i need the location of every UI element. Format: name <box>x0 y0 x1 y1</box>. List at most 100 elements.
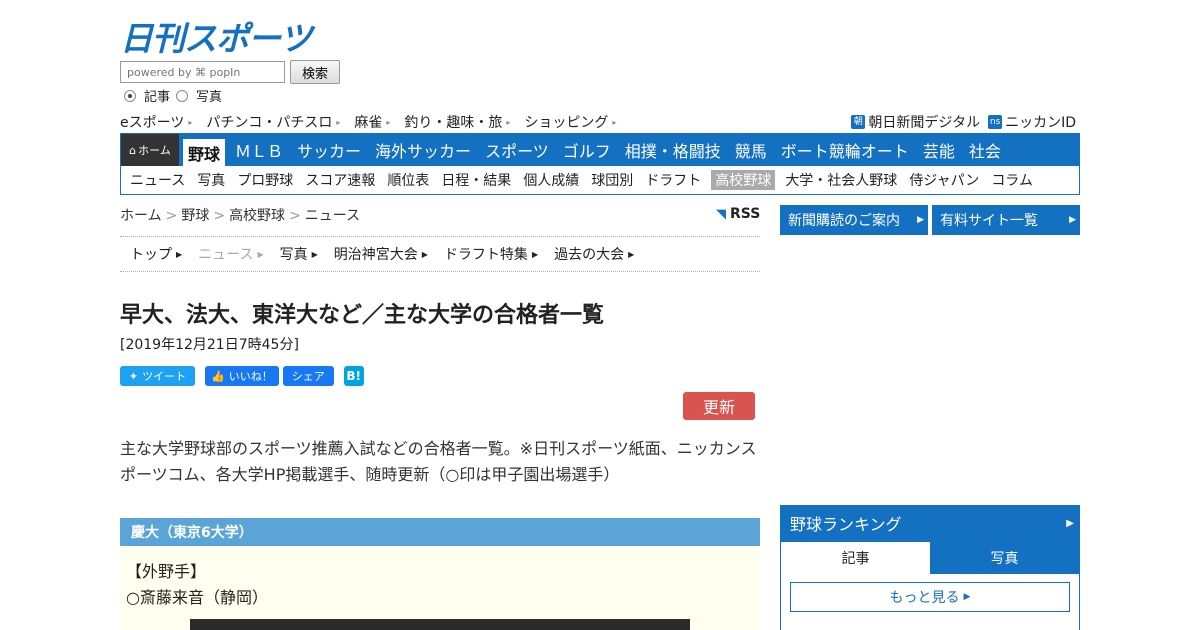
nav-sub-item-3[interactable]: スコア速報 <box>299 170 381 190</box>
nav-sub-item-6[interactable]: 個人成績 <box>517 170 585 190</box>
caret-right-icon: ▶ <box>963 592 971 602</box>
nav-sub-item-2[interactable]: プロ野球 <box>231 170 299 190</box>
dot-arrow-icon: ▸ <box>336 117 341 127</box>
nav-item-7[interactable]: 競馬 <box>728 134 774 166</box>
nav-sub-item-5[interactable]: 日程・結果 <box>435 170 517 190</box>
nav-sub-item-7[interactable]: 球団別 <box>585 170 639 190</box>
subtab-0[interactable]: トップ ▶ <box>130 244 182 264</box>
nav-item-2[interactable]: サッカー <box>290 134 368 166</box>
newspaper-subscription-button[interactable]: 新聞購読のご案内 ▶ <box>780 205 928 235</box>
breadcrumb-sep: > <box>289 208 301 224</box>
util-link-label: パチンコ・パチスロ <box>206 115 333 131</box>
nav-sub-item-1[interactable]: 写真 <box>191 170 231 190</box>
util-link-shopping[interactable]: ショッピング ▸ <box>524 112 616 132</box>
dot-arrow-icon: ▸ <box>386 117 391 127</box>
triangle-right-icon: ▶ <box>531 249 539 259</box>
util-link-mahjong[interactable]: 麻雀 ▸ <box>354 112 390 132</box>
subtab-2[interactable]: 写真 ▶ <box>280 244 318 264</box>
ranking-tab-articles[interactable]: 記事 <box>781 542 930 574</box>
ranking-title: 野球ランキング <box>790 515 902 534</box>
nav-sub-item-0[interactable]: ニュース <box>124 170 191 190</box>
site-logo[interactable]: 日刊スポーツ <box>120 12 312 58</box>
nav-item-3[interactable]: 海外サッカー <box>368 134 478 166</box>
util-link-pachinko[interactable]: パチンコ・パチスロ ▸ <box>206 112 340 132</box>
util-link-asahi[interactable]: 朝朝日新聞デジタル <box>851 112 980 132</box>
nav-sub-item-8[interactable]: ドラフト <box>639 170 707 190</box>
subtab-1[interactable]: ニュース ▶ <box>198 244 263 264</box>
side-btn-label: 有料サイト一覧 <box>940 213 1038 229</box>
dot-arrow-icon: ▸ <box>612 117 617 127</box>
nav-item-1[interactable]: ＭＬＢ <box>228 134 290 166</box>
triangle-right-icon: ▶ <box>257 249 264 259</box>
util-link-label: ショッピング <box>524 115 609 131</box>
like-button[interactable]: 👍 いいね！ <box>205 366 279 386</box>
radio-photo[interactable] <box>176 89 189 102</box>
breadcrumb-baseball[interactable]: 野球 <box>181 208 209 224</box>
hatena-label: B! <box>346 369 362 383</box>
position-heading: 【外野手】 <box>126 562 207 581</box>
nav-home[interactable]: ⌂ ホーム <box>121 134 179 166</box>
subtab-3[interactable]: 明治神宮大会 ▶ <box>334 244 428 264</box>
dot-arrow-icon: ▸ <box>188 117 193 127</box>
nav-item-0[interactable]: 野球 <box>183 139 226 166</box>
nav-sub-item-11[interactable]: 侍ジャパン <box>903 170 985 190</box>
util-right: 朝朝日新聞デジタル ns ニッカンID <box>851 112 1080 132</box>
radio-article-label: 記事 <box>144 90 171 105</box>
nav-item-4[interactable]: スポーツ <box>478 134 556 166</box>
nav-sub-item-4[interactable]: 順位表 <box>381 170 435 190</box>
tweet-label: ツイート <box>142 370 187 383</box>
more-button[interactable]: もっと見る ▶ <box>790 582 1070 612</box>
share-label: シェア <box>291 370 325 383</box>
search-input[interactable] <box>120 61 285 83</box>
subtab-label: 写真 <box>279 247 308 263</box>
ranking-tabs: 記事 写真 <box>781 542 1079 574</box>
util-link-label: 麻雀 <box>354 115 383 131</box>
ranking-heading[interactable]: 野球ランキング ▶ <box>780 505 1080 541</box>
breadcrumb-news: ニュース <box>304 208 361 224</box>
update-button[interactable]: 更新 <box>683 392 755 420</box>
subtab-4[interactable]: ドラフト特集 ▶ <box>444 244 538 264</box>
nav-sub-item-10[interactable]: 大学・社会人野球 <box>779 170 903 190</box>
nav-home-label: ホーム <box>138 144 171 157</box>
subtab-5[interactable]: 過去の大会 ▶ <box>554 244 634 264</box>
utility-links: eスポーツ ▸ パチンコ・パチスロ ▸ 麻雀 ▸ 釣り・趣味・旅 ▸ ショッピング ▸ 朝… <box>120 113 1080 131</box>
util-link-label: 朝日新聞デジタル <box>868 115 981 131</box>
search-row: 検索 <box>120 60 340 84</box>
thumbs-up-icon: 👍 <box>211 369 225 383</box>
tweet-button[interactable]: ✦ ツイート <box>120 366 195 386</box>
breadcrumb-home[interactable]: ホーム <box>120 208 162 224</box>
util-link-esports[interactable]: eスポーツ ▸ <box>120 112 192 132</box>
util-link-nikkan-id[interactable]: ns ニッカンID <box>988 112 1076 132</box>
nav-item-6[interactable]: 相撲・格闘技 <box>618 134 728 166</box>
nav-item-9[interactable]: 芸能 <box>916 134 962 166</box>
section-heading: 慶大（東京6大学） <box>120 518 760 546</box>
asahi-icon: 朝 <box>851 115 866 129</box>
search-type-radios: 記事 写真 <box>124 86 228 105</box>
util-link-label: ニッカンID <box>1005 115 1076 131</box>
subtab-label: 明治神宮大会 <box>333 247 418 263</box>
subtab-label: ニュース <box>198 247 254 263</box>
radio-article[interactable] <box>124 89 136 102</box>
nav-item-8[interactable]: ボート競輪オート <box>774 134 916 166</box>
breadcrumb-highschool[interactable]: 高校野球 <box>229 208 285 224</box>
breadcrumb-sep: > <box>213 208 226 224</box>
search-button[interactable]: 検索 <box>290 60 340 84</box>
nav-sub-item-9[interactable]: 高校野球 <box>711 170 776 190</box>
rss-link[interactable]: ◥ RSS <box>716 206 760 222</box>
paid-sites-button[interactable]: 有料サイト一覧 ▶ <box>932 205 1080 235</box>
share-buttons: ✦ ツイート 👍 いいね！ シェア B! <box>120 366 364 386</box>
breadcrumb: ホーム > 野球 > 高校野球 > ニュース <box>120 205 360 225</box>
fb-share-button[interactable]: シェア <box>282 366 334 386</box>
hatena-bookmark-button[interactable]: B! <box>343 366 364 386</box>
nav-sub-item-12[interactable]: コラム <box>985 170 1039 190</box>
section-body: 【外野手】 ○斎藤来音（静岡） <box>120 546 760 630</box>
ranking-tab-photos[interactable]: 写真 <box>930 542 1079 574</box>
article-title: 早大、法大、東洋大など／主な大学の合格者一覧 <box>120 303 605 328</box>
section-subtabs: トップ ▶ ニュース ▶ 写真 ▶ 明治神宮大会 ▶ ドラフト特集 ▶ 過去の大会 ▶ <box>120 236 760 272</box>
arrow-right-icon: ▶ <box>917 215 924 225</box>
nav-item-5[interactable]: ゴルフ <box>556 134 618 166</box>
nav-main-items: 野球 ＭＬＢ サッカー 海外サッカー スポーツ ゴルフ 相撲・格闘技 競馬 ボート競輪オート 芸能… <box>179 134 1008 166</box>
nav-item-10[interactable]: 社会 <box>962 134 1008 166</box>
util-link-fishing[interactable]: 釣り・趣味・旅 ▸ <box>404 112 510 132</box>
subtab-label: ドラフト特集 <box>443 247 528 263</box>
